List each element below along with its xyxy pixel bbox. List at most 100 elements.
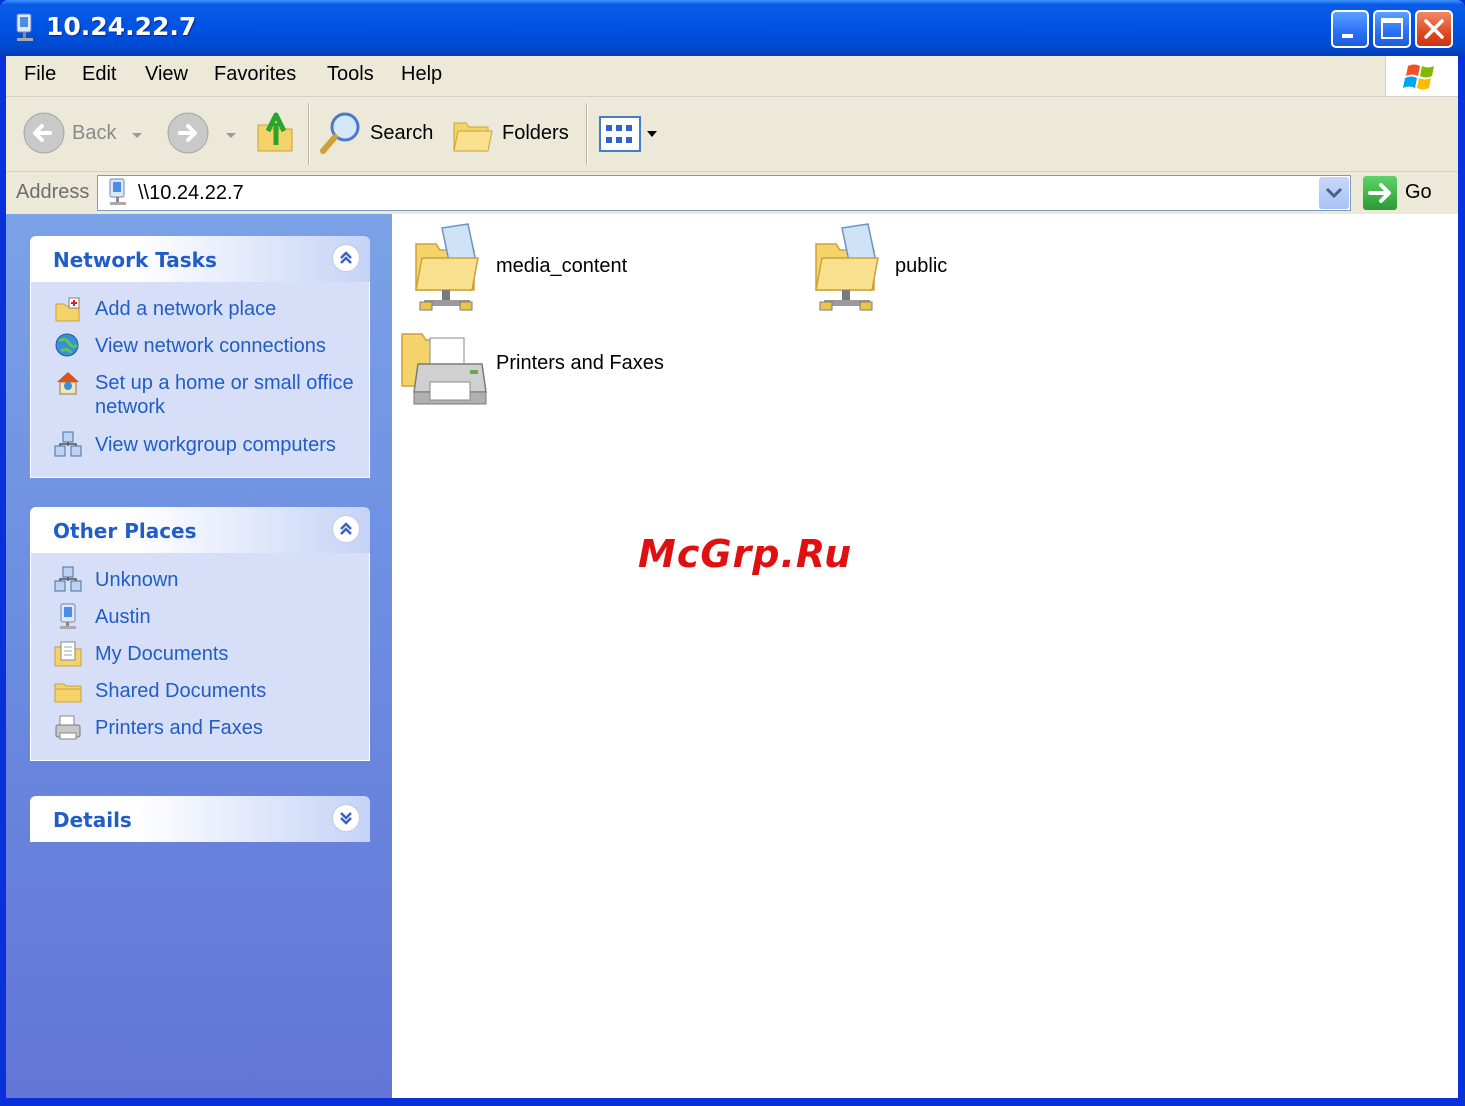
back-dropdown-icon (132, 133, 142, 138)
printers-label: Printers and Faxes (496, 352, 664, 374)
network-tasks-title: Network Tasks (53, 248, 217, 272)
views-icon (599, 116, 657, 152)
close-button[interactable] (1415, 10, 1453, 48)
chevron-down-double-icon (340, 812, 352, 825)
window-border-right[interactable] (1458, 56, 1465, 1106)
share-label: media_content (496, 255, 628, 277)
windows-flag-icon (1403, 64, 1434, 90)
other-places-box: Other Places Unknown Austin My Documents… (30, 507, 370, 761)
workgroup-icon (54, 566, 82, 592)
place-label: Austin (95, 606, 151, 628)
menu-bar: File Edit View Favorites Tools Help (6, 56, 1458, 97)
title-bar[interactable]: 10.24.22.7 (0, 0, 1465, 56)
toolbar-separator (308, 103, 309, 165)
close-icon (1424, 19, 1444, 39)
windows-logo (1385, 56, 1458, 96)
my-documents-icon (54, 641, 82, 667)
address-input[interactable]: \\10.24.22.7 (97, 175, 1351, 211)
place-austin[interactable]: Austin (31, 600, 369, 637)
window-border-left (0, 56, 6, 1106)
place-my-documents[interactable]: My Documents (31, 637, 369, 674)
task-add-network-place[interactable]: Add a network place (31, 292, 369, 329)
task-label: View network connections (95, 335, 326, 357)
menu-help[interactable]: Help (401, 63, 442, 86)
back-button[interactable]: Back (20, 109, 152, 159)
address-dropdown-button[interactable] (1319, 177, 1349, 209)
menu-edit[interactable]: Edit (82, 63, 116, 86)
go-label[interactable]: Go (1405, 181, 1432, 204)
back-arrow-icon (23, 112, 65, 154)
network-tasks-list: Add a network place View network connect… (30, 282, 370, 478)
toolbar: Back Search Folders (6, 97, 1458, 172)
minimize-button[interactable] (1331, 10, 1369, 48)
file-list-view[interactable]: media_content public Printers and Faxes … (392, 214, 1458, 1098)
search-button[interactable]: Search (318, 109, 438, 159)
other-places-header[interactable]: Other Places (30, 507, 370, 553)
toolbar-separator (586, 103, 587, 165)
shared-folder-icon (815, 223, 879, 311)
network-tasks-box: Network Tasks Add a network place View n… (30, 236, 370, 478)
share-label: public (895, 255, 948, 277)
views-button[interactable] (598, 115, 660, 155)
search-label: Search (370, 122, 434, 144)
up-folder-button[interactable] (254, 109, 302, 159)
address-label: Address (16, 181, 90, 203)
place-unknown[interactable]: Unknown (31, 563, 369, 600)
printer-icon (55, 715, 81, 740)
collapse-button[interactable] (332, 515, 360, 543)
forward-button[interactable] (164, 109, 244, 159)
collapse-button[interactable] (332, 244, 360, 272)
share-public[interactable]: public (812, 222, 1012, 318)
computer-icon (60, 603, 76, 629)
network-computer-icon (16, 13, 33, 41)
other-places-title: Other Places (53, 519, 197, 543)
printers-folder-icon (401, 333, 487, 405)
place-printers-and-faxes[interactable]: Printers and Faxes (31, 711, 369, 748)
share-media-content[interactable]: media_content (412, 222, 712, 318)
place-shared-documents[interactable]: Shared Documents (31, 674, 369, 711)
add-network-place-icon (55, 297, 80, 322)
window-title: 10.24.22.7 (46, 12, 197, 41)
expand-button[interactable] (332, 804, 360, 832)
go-button[interactable] (1363, 176, 1397, 210)
task-setup-home-network[interactable]: Set up a home or small office network (31, 366, 369, 428)
folders-button[interactable]: Folders (452, 109, 576, 159)
folders-icon (453, 122, 493, 152)
go-arrow-icon (1368, 183, 1391, 203)
details-header[interactable]: Details (30, 796, 370, 842)
task-view-network-connections[interactable]: View network connections (31, 329, 369, 366)
menu-favorites[interactable]: Favorites (214, 63, 296, 86)
minimize-icon (1342, 34, 1353, 38)
window-border-bottom[interactable] (0, 1098, 1465, 1106)
back-label: Back (72, 122, 117, 144)
workgroup-icon (54, 431, 82, 457)
forward-dropdown-icon (226, 133, 236, 138)
chevron-down-icon (1325, 187, 1343, 199)
watermark-text: McGrp.Ru (638, 532, 853, 576)
maximize-button[interactable] (1373, 10, 1411, 48)
address-bar: Address \\10.24.22.7 Go (6, 172, 1458, 214)
place-label: Shared Documents (95, 680, 267, 702)
shared-folder-icon (415, 223, 479, 311)
forward-arrow-icon (167, 112, 209, 154)
task-label: View workgroup computers (95, 434, 336, 456)
folder-icon (54, 683, 82, 703)
place-label: Printers and Faxes (95, 717, 263, 739)
task-pane: Network Tasks Add a network place View n… (6, 214, 392, 1098)
menu-file[interactable]: File (24, 63, 56, 86)
menu-view[interactable]: View (145, 63, 188, 86)
details-box: Details (30, 796, 370, 842)
address-value: \\10.24.22.7 (138, 182, 244, 204)
printers-and-faxes-item[interactable]: Printers and Faxes (400, 326, 720, 418)
network-tasks-header[interactable]: Network Tasks (30, 236, 370, 282)
chevron-up-double-icon (340, 522, 352, 535)
menu-tools[interactable]: Tools (327, 63, 374, 86)
home-network-icon (57, 372, 79, 395)
explorer-window: 10.24.22.7 File Edit View Favorites Tool… (0, 0, 1465, 1106)
network-computer-icon (109, 178, 126, 205)
place-label: My Documents (95, 643, 229, 665)
network-connections-icon (55, 333, 79, 357)
maximize-icon (1381, 18, 1403, 39)
up-folder-icon (257, 112, 293, 152)
task-view-workgroup-computers[interactable]: View workgroup computers (31, 428, 369, 465)
